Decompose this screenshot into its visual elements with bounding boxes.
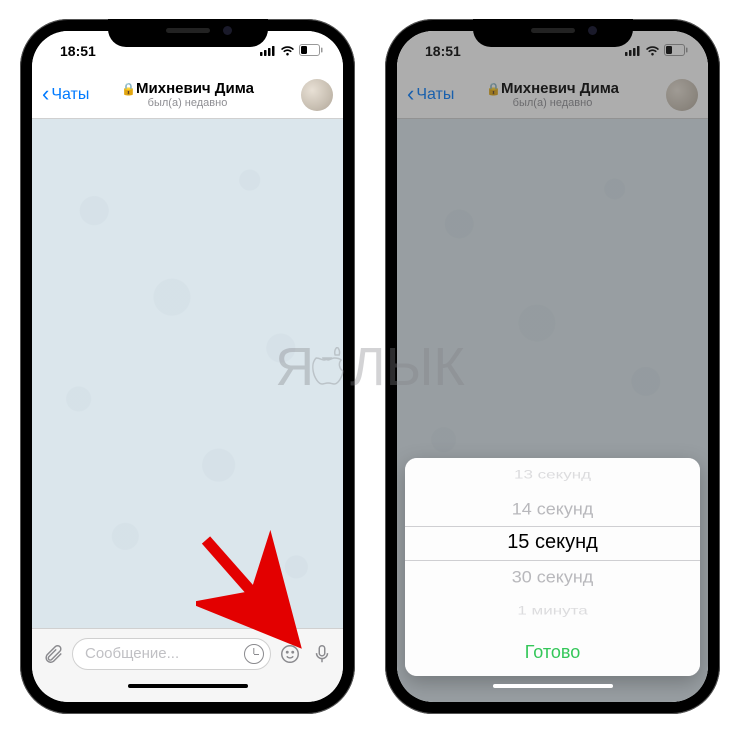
message-placeholder: Сообщение... <box>85 645 179 662</box>
input-bar: Сообщение... <box>32 628 343 678</box>
chat-subtitle: был(а) недавно <box>121 97 254 110</box>
done-button[interactable]: Готово <box>405 628 700 676</box>
wifi-icon <box>280 43 295 59</box>
mic-icon[interactable] <box>309 641 335 667</box>
status-icons <box>260 43 323 59</box>
picker-option-selected[interactable]: 15 секунд <box>405 526 700 560</box>
chat-title-group[interactable]: 🔒Михневич Дима был(а) недавно <box>121 80 254 110</box>
picker-option[interactable]: 30 секунд <box>405 561 700 592</box>
lock-icon: 🔒 <box>121 82 136 96</box>
phone-left-frame: 18:51 ‹ Чаты 🔒Михневич Дима <box>20 19 355 714</box>
chat-header: ‹ Чаты 🔒Михневич Дима был(а) недавно <box>32 71 343 119</box>
notch <box>473 19 633 47</box>
battery-icon <box>299 43 323 59</box>
picker-option[interactable]: 14 секунд <box>405 493 700 524</box>
picker-option[interactable]: 1 минута <box>405 599 700 623</box>
chat-title: 🔒Михневич Дима <box>121 80 254 97</box>
self-destruct-timer-icon[interactable] <box>244 644 264 664</box>
picker-option[interactable]: 13 секунд <box>405 463 700 487</box>
timer-picker-sheet: 13 секунд 14 секунд 15 секунд 30 секунд … <box>405 458 700 677</box>
phone-right-frame: 18:51 ‹ Чаты 🔒Михневич Дима <box>385 19 720 714</box>
cellular-icon <box>260 43 276 59</box>
chevron-left-icon: ‹ <box>42 83 49 105</box>
status-time: 18:51 <box>60 43 96 59</box>
notch <box>108 19 268 47</box>
message-input[interactable]: Сообщение... <box>72 638 271 670</box>
sticker-icon[interactable] <box>277 641 303 667</box>
screen-right: 18:51 ‹ Чаты 🔒Михневич Дима <box>397 31 708 702</box>
home-indicator[interactable] <box>32 678 343 702</box>
attach-icon[interactable] <box>40 641 66 667</box>
avatar[interactable] <box>301 79 333 111</box>
chat-background[interactable] <box>32 119 343 628</box>
home-indicator[interactable] <box>397 678 708 702</box>
back-label: Чаты <box>51 86 89 104</box>
timer-picker[interactable]: 13 секунд 14 секунд 15 секунд 30 секунд … <box>405 458 700 628</box>
screen-left: 18:51 ‹ Чаты 🔒Михневич Дима <box>32 31 343 702</box>
back-button[interactable]: ‹ Чаты <box>42 85 89 105</box>
